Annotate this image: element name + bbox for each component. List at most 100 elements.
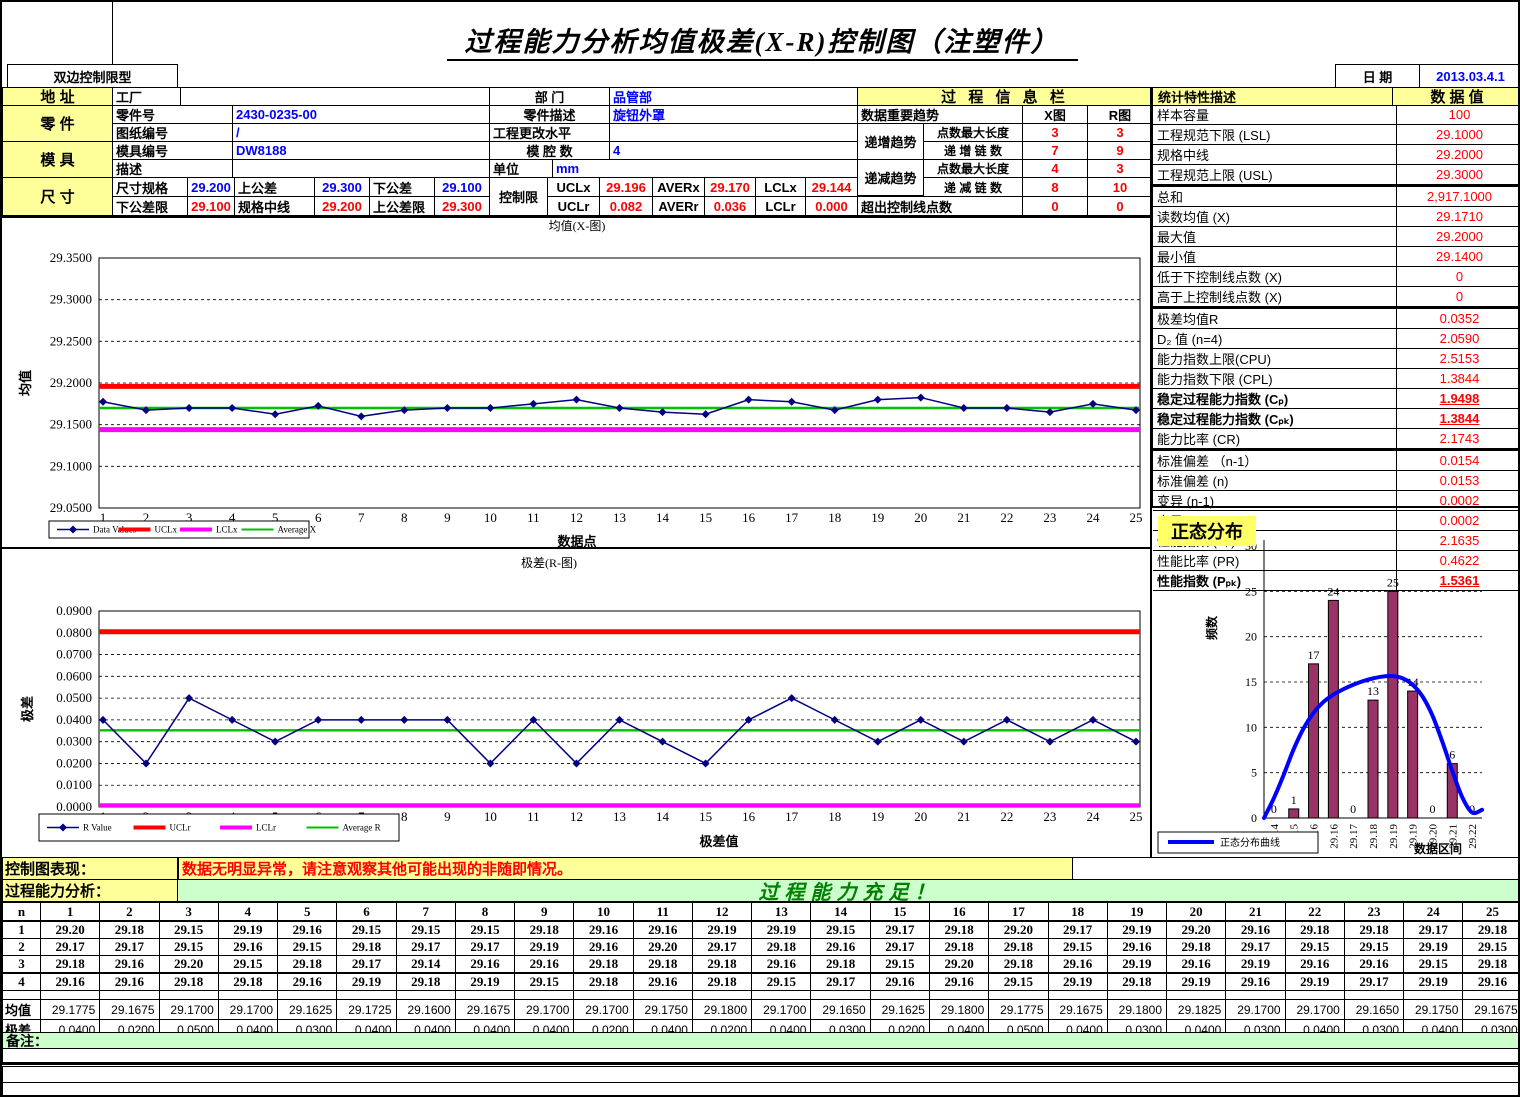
mold-no-value[interactable]: DW8188 (232, 141, 490, 160)
sample-cell[interactable]: 29.18 (692, 973, 751, 991)
sample-cell[interactable]: 29.15 (159, 921, 218, 939)
sample-cell[interactable]: 29.18 (1107, 973, 1166, 991)
sample-cell[interactable]: 29.16 (752, 956, 811, 974)
sample-cell[interactable]: 29.18 (574, 956, 633, 974)
drawing-value[interactable]: / (232, 123, 490, 142)
sample-cell[interactable]: 29.18 (218, 973, 277, 991)
sample-cell[interactable]: 29.15 (811, 921, 870, 939)
sample-cell[interactable]: 29.15 (1344, 939, 1403, 956)
sample-cell[interactable]: 29.15 (870, 956, 929, 974)
eng-change-value[interactable] (609, 123, 858, 142)
sample-cell[interactable]: 29.17 (455, 939, 514, 956)
desc-value[interactable] (232, 159, 490, 178)
lower-tol-value[interactable]: 29.100 (434, 177, 490, 197)
sample-cell[interactable]: 29.18 (278, 956, 337, 974)
sample-cell[interactable]: 29.15 (1285, 939, 1344, 956)
sample-cell[interactable]: 29.16 (1285, 956, 1344, 974)
sample-cell[interactable]: 29.16 (455, 956, 514, 974)
sample-cell[interactable]: 29.20 (929, 956, 988, 974)
sample-cell[interactable]: 29.20 (41, 921, 100, 939)
cavity-value[interactable]: 4 (609, 141, 858, 160)
sample-cell[interactable]: 29.18 (337, 939, 396, 956)
date-value[interactable]: 2013.03.4.1 (1419, 64, 1520, 88)
sample-cell[interactable]: 29.16 (515, 956, 574, 974)
sample-cell[interactable]: 29.16 (574, 939, 633, 956)
sample-cell[interactable]: 29.15 (752, 973, 811, 991)
sample-cell[interactable]: 29.15 (218, 956, 277, 974)
sample-cell[interactable]: 29.16 (1048, 956, 1107, 974)
sample-cell[interactable]: 29.19 (1226, 956, 1285, 974)
remark-line[interactable] (2, 1066, 1520, 1083)
sample-cell[interactable]: 29.16 (633, 973, 692, 991)
sample-cell[interactable]: 29.16 (1107, 939, 1166, 956)
sample-cell[interactable]: 29.19 (1404, 973, 1463, 991)
sample-cell[interactable]: 29.17 (1048, 921, 1107, 939)
part-no-value[interactable]: 2430-0235-00 (232, 105, 490, 124)
sample-cell[interactable]: 29.16 (1344, 956, 1403, 974)
sample-cell[interactable]: 29.18 (396, 973, 455, 991)
sample-cell[interactable]: 29.18 (989, 939, 1048, 956)
part-desc-value[interactable]: 旋钮外罩 (609, 105, 858, 124)
sample-cell[interactable]: 29.19 (337, 973, 396, 991)
sample-cell[interactable]: 29.16 (100, 973, 159, 991)
sample-cell[interactable]: 29.16 (811, 939, 870, 956)
sample-cell[interactable]: 29.17 (870, 939, 929, 956)
sample-cell[interactable]: 29.20 (1167, 921, 1226, 939)
sample-cell[interactable]: 29.16 (218, 939, 277, 956)
sample-cell[interactable]: 29.17 (396, 939, 455, 956)
sample-cell[interactable]: 29.18 (574, 973, 633, 991)
sample-cell[interactable]: 29.17 (1344, 973, 1403, 991)
sample-cell[interactable]: 29.15 (989, 973, 1048, 991)
sample-cell[interactable]: 29.18 (1463, 921, 1520, 939)
sample-cell[interactable]: 29.19 (1285, 973, 1344, 991)
sample-cell[interactable]: 29.16 (41, 973, 100, 991)
sample-cell[interactable]: 29.19 (1107, 921, 1166, 939)
factory-value[interactable] (180, 87, 490, 106)
sample-cell[interactable]: 29.17 (1226, 939, 1285, 956)
sample-cell[interactable]: 29.15 (159, 939, 218, 956)
sample-cell[interactable]: 29.16 (1463, 973, 1520, 991)
sample-cell[interactable]: 29.18 (752, 939, 811, 956)
sample-cell[interactable]: 29.17 (41, 939, 100, 956)
sample-cell[interactable]: 29.18 (1167, 939, 1226, 956)
sample-cell[interactable]: 29.18 (633, 956, 692, 974)
sample-cell[interactable]: 29.17 (1404, 921, 1463, 939)
sample-cell[interactable]: 29.18 (41, 956, 100, 974)
sample-cell[interactable]: 29.19 (455, 973, 514, 991)
sample-cell[interactable]: 29.19 (1404, 939, 1463, 956)
remark-line[interactable] (2, 1048, 1520, 1065)
sample-cell[interactable]: 29.16 (100, 956, 159, 974)
sample-cell[interactable]: 29.16 (574, 921, 633, 939)
sample-cell[interactable]: 29.17 (692, 939, 751, 956)
sample-cell[interactable]: 29.15 (455, 921, 514, 939)
sample-cell[interactable]: 29.18 (1463, 956, 1520, 974)
sample-cell[interactable]: 29.18 (1285, 921, 1344, 939)
sample-cell[interactable]: 29.19 (1167, 973, 1226, 991)
sample-cell[interactable]: 29.15 (1048, 939, 1107, 956)
sample-cell[interactable]: 29.19 (1048, 973, 1107, 991)
sample-cell[interactable]: 29.16 (633, 921, 692, 939)
sample-cell[interactable]: 29.18 (989, 956, 1048, 974)
sample-cell[interactable]: 29.14 (396, 956, 455, 974)
sample-cell[interactable]: 29.16 (278, 921, 337, 939)
sample-cell[interactable]: 29.18 (159, 973, 218, 991)
sample-cell[interactable]: 29.18 (515, 921, 574, 939)
sample-cell[interactable]: 29.19 (1107, 956, 1166, 974)
sample-cell[interactable]: 29.17 (100, 939, 159, 956)
sample-cell[interactable]: 29.19 (752, 921, 811, 939)
sample-cell[interactable]: 29.18 (811, 956, 870, 974)
sample-cell[interactable]: 29.18 (1344, 921, 1403, 939)
sample-cell[interactable]: 29.20 (989, 921, 1048, 939)
sample-cell[interactable]: 29.16 (1226, 973, 1285, 991)
sample-cell[interactable]: 29.16 (1167, 956, 1226, 974)
sample-cell[interactable]: 29.18 (929, 921, 988, 939)
unit-value[interactable]: mm (552, 159, 858, 178)
sample-cell[interactable]: 29.16 (870, 973, 929, 991)
sample-cell[interactable]: 29.20 (633, 939, 692, 956)
sample-cell[interactable]: 29.15 (1463, 939, 1520, 956)
spec-value[interactable]: 29.200 (187, 177, 235, 197)
sample-cell[interactable]: 29.16 (929, 973, 988, 991)
upper-tol-value[interactable]: 29.300 (314, 177, 370, 197)
sample-cell[interactable]: 29.19 (692, 921, 751, 939)
sample-cell[interactable]: 29.18 (100, 921, 159, 939)
